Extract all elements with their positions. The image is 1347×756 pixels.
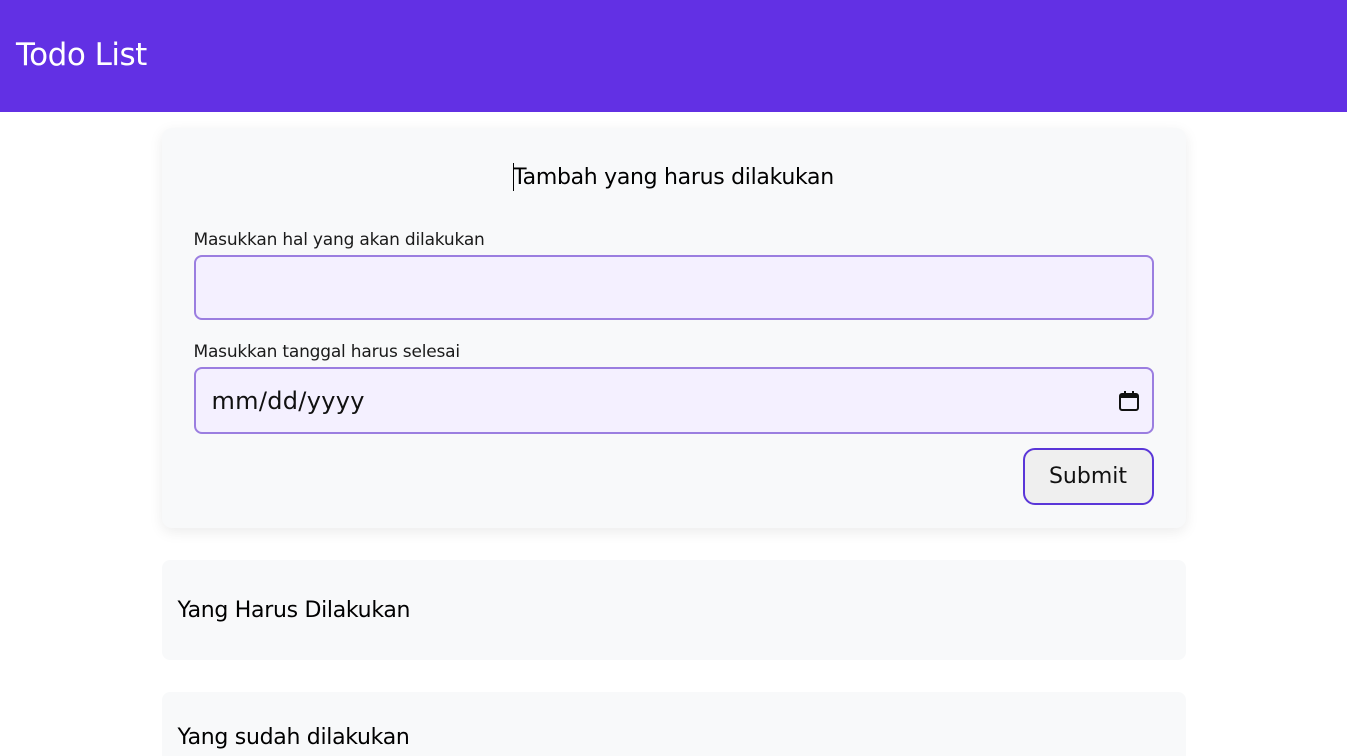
task-input[interactable] [193,255,1154,320]
text-caret [513,163,515,191]
done-section-title: Yang sudah dilakukan [177,725,410,750]
due-date-input[interactable]: mm/dd/yyyy [193,367,1154,434]
main-content: Tambah yang harus dilakukan Masukkan hal… [161,112,1186,756]
submit-button[interactable]: Submit [1022,448,1154,505]
date-placeholder: mm/dd/yyyy [211,386,365,415]
add-todo-form: Tambah yang harus dilakukan Masukkan hal… [161,128,1186,528]
submit-row: Submit [194,448,1154,505]
form-title-text: Tambah yang harus dilakukan [513,165,834,190]
form-title: Tambah yang harus dilakukan [194,163,1154,192]
todo-section-title: Yang Harus Dilakukan [177,597,411,623]
task-label: Masukkan hal yang akan dilakukan [193,230,485,250]
app-header: Todo List [0,0,1347,112]
due-date-label: Masukkan tanggal harus selesai [193,342,461,362]
calendar-icon[interactable] [1118,390,1140,412]
calendar-icon-glyph [1118,390,1139,411]
todo-section: Yang Harus Dilakukan [161,560,1186,660]
done-section: Yang sudah dilakukan [161,692,1186,756]
app-title: Todo List [16,37,147,73]
